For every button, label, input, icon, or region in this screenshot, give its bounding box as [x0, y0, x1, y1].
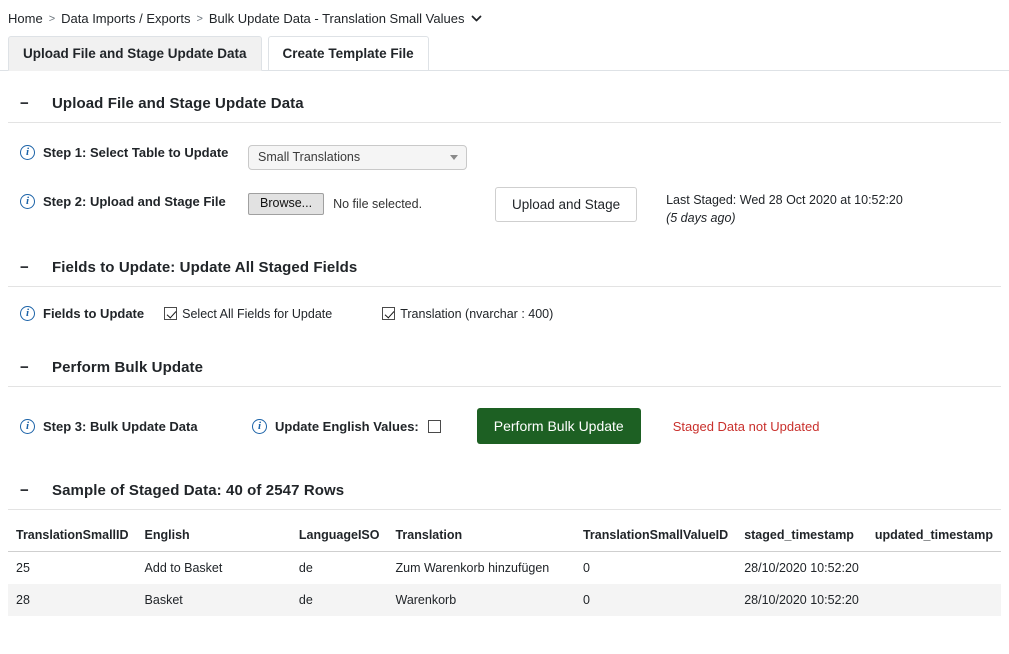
column-header-english[interactable]: English — [136, 524, 291, 553]
step-3-label-group: i Step 3: Bulk Update Data — [20, 418, 252, 434]
select-table-value: Small Translations — [258, 150, 361, 165]
info-circle-icon[interactable]: i — [20, 144, 35, 160]
select-all-fields-checkbox-group[interactable]: Select All Fields for Update — [164, 307, 332, 321]
fields-to-update-label: Fields to Update — [43, 306, 145, 322]
step-1-row: i Step 1: Select Table to Update Small T… — [8, 144, 1001, 170]
translation-field-checkbox[interactable] — [382, 307, 396, 321]
info-circle-icon[interactable]: i — [20, 306, 35, 322]
select-table-to-update-dropdown[interactable]: Small Translations — [248, 144, 467, 170]
upload-file-input[interactable]: Browse... No file selected. — [248, 187, 495, 216]
breadcrumb-item-home[interactable]: Home — [8, 11, 43, 26]
section-header-sample-of-staged-data: − Sample of Staged Data: 40 of 2547 Rows — [8, 444, 1001, 499]
section-divider — [8, 121, 1001, 123]
collapse-toggle-perform-bulk-update[interactable]: − — [20, 360, 38, 375]
chevron-down-icon[interactable] — [471, 13, 482, 23]
bulk-update-row: i Step 3: Bulk Update Data i Update Engl… — [8, 408, 1001, 445]
perform-bulk-update-button[interactable]: Perform Bulk Update — [476, 408, 641, 445]
column-header-staged-timestamp[interactable]: staged_timestamp — [736, 524, 867, 553]
section-divider — [8, 509, 1001, 511]
cell-translationsmallid: 25 — [16, 561, 30, 576]
browse-button[interactable]: Browse... — [248, 192, 325, 216]
fields-to-update-row: i Fields to Update Select All Fields for… — [8, 306, 1001, 322]
section-header-fields-to-update: − Fields to Update: Update All Staged Fi… — [8, 227, 1001, 276]
column-header-languageiso[interactable]: LanguageISO — [290, 524, 388, 553]
breadcrumb: Home > Data Imports / Exports > Bulk Upd… — [0, 0, 1009, 26]
section-title-upload: Upload File and Stage Update Data — [52, 94, 304, 112]
cell-translationsmallid: 28 — [16, 593, 30, 608]
cell-staged-timestamp: 28/10/2020 10:52:20 — [744, 593, 859, 608]
cell-languageiso: de — [298, 593, 313, 608]
cell-english: Add to Basket — [144, 561, 223, 576]
tab-upload-file-and-stage-update-data[interactable]: Upload File and Stage Update Data — [8, 36, 262, 71]
collapse-toggle-upload[interactable]: − — [20, 96, 38, 111]
breadcrumb-separator: > — [196, 12, 203, 25]
step-3-label: Step 3: Bulk Update Data — [43, 418, 198, 434]
cell-translationsmallvalueid: 0 — [582, 561, 590, 576]
section-header-perform-bulk-update: − Perform Bulk Update — [8, 321, 1001, 376]
breadcrumb-separator: > — [48, 12, 56, 25]
translation-field-checkbox-group[interactable]: Translation (nvarchar : 400) — [382, 307, 553, 321]
step-2-row: i Step 2: Upload and Stage File Browse..… — [8, 186, 1001, 228]
last-staged-relative: (5 days ago) — [666, 211, 736, 226]
info-circle-icon[interactable]: i — [252, 418, 267, 434]
table-row[interactable]: 28 Basket de Warenkorb 0 28/10/2020 10:5… — [8, 584, 1001, 617]
step-1-label-group: i Step 1: Select Table to Update — [20, 144, 248, 160]
status-badge-staged-data: Staged Data not Updated — [672, 418, 820, 434]
upload-and-stage-button[interactable]: Upload and Stage — [495, 186, 638, 222]
table-header-row: TranslationSmallID English LanguageISO T… — [8, 524, 1001, 553]
cell-translation: Warenkorb — [395, 593, 457, 608]
step-1-label: Step 1: Select Table to Update — [43, 144, 229, 160]
breadcrumb-item-current: Bulk Update Data - Translation Small Val… — [208, 11, 465, 26]
column-header-translation[interactable]: Translation — [387, 524, 575, 553]
step-2-label: Step 2: Upload and Stage File — [43, 193, 226, 209]
last-staged-info: Last Staged: Wed 28 Oct 2020 at 10:52:20… — [666, 187, 903, 228]
section-title-perform-bulk-update: Perform Bulk Update — [52, 359, 204, 377]
info-circle-icon[interactable]: i — [20, 193, 35, 209]
cell-languageiso: de — [298, 561, 313, 576]
breadcrumb-item-data-imports-exports[interactable]: Data Imports / Exports — [61, 11, 190, 26]
column-header-translationsmallvalueid[interactable]: TranslationSmallValueID — [574, 524, 737, 553]
section-title-sample-of-staged-data: Sample of Staged Data: 40 of 2547 Rows — [52, 482, 345, 500]
tab-create-template-file[interactable]: Create Template File — [267, 36, 429, 71]
tab-bar: Upload File and Stage Update Data Create… — [0, 36, 1009, 71]
section-divider — [8, 286, 1001, 288]
cell-staged-timestamp: 28/10/2020 10:52:20 — [744, 561, 859, 576]
cell-english: Basket — [144, 593, 183, 608]
cell-updated-timestamp — [867, 584, 1001, 616]
page-content: − Upload File and Stage Update Data i St… — [0, 71, 1009, 617]
translation-field-label: Translation (nvarchar : 400) — [400, 306, 554, 321]
tab-label: Create Template File — [282, 46, 414, 61]
info-circle-icon[interactable]: i — [20, 418, 35, 434]
update-english-values-group[interactable]: i Update English Values: — [252, 418, 441, 434]
cell-translation: Zum Warenkorb hinzufügen — [395, 561, 550, 576]
section-divider — [8, 386, 1001, 388]
select-all-fields-checkbox[interactable] — [164, 307, 178, 321]
section-header-upload: − Upload File and Stage Update Data — [8, 71, 1001, 112]
section-title-fields-to-update: Fields to Update: Update All Staged Fiel… — [52, 259, 358, 277]
select-all-fields-label: Select All Fields for Update — [182, 306, 333, 321]
column-header-updated-timestamp[interactable]: updated_timestamp — [866, 524, 1001, 553]
table-body: 25 Add to Basket de Zum Warenkorb hinzuf… — [8, 551, 1001, 617]
column-header-translationsmallid[interactable]: TranslationSmallID — [8, 524, 137, 553]
table-header: TranslationSmallID English LanguageISO T… — [8, 524, 1001, 553]
fields-to-update-label-group: i Fields to Update — [20, 306, 145, 322]
step-2-label-group: i Step 2: Upload and Stage File — [20, 187, 248, 209]
collapse-toggle-fields-to-update[interactable]: − — [20, 260, 38, 275]
staged-data-table: TranslationSmallID English LanguageISO T… — [8, 524, 1001, 617]
last-staged-timestamp: Last Staged: Wed 28 Oct 2020 at 10:52:20 — [666, 192, 903, 207]
table-row[interactable]: 25 Add to Basket de Zum Warenkorb hinzuf… — [8, 551, 1001, 585]
chevron-down-icon — [450, 154, 458, 160]
cell-updated-timestamp — [867, 552, 1001, 585]
update-english-values-label: Update English Values: — [275, 418, 419, 434]
cell-translationsmallvalueid: 0 — [582, 593, 590, 608]
selected-file-name: No file selected. — [333, 196, 423, 211]
tab-label: Upload File and Stage Update Data — [23, 46, 247, 61]
update-english-values-checkbox[interactable] — [427, 419, 441, 433]
collapse-toggle-sample-of-staged-data[interactable]: − — [20, 483, 38, 498]
